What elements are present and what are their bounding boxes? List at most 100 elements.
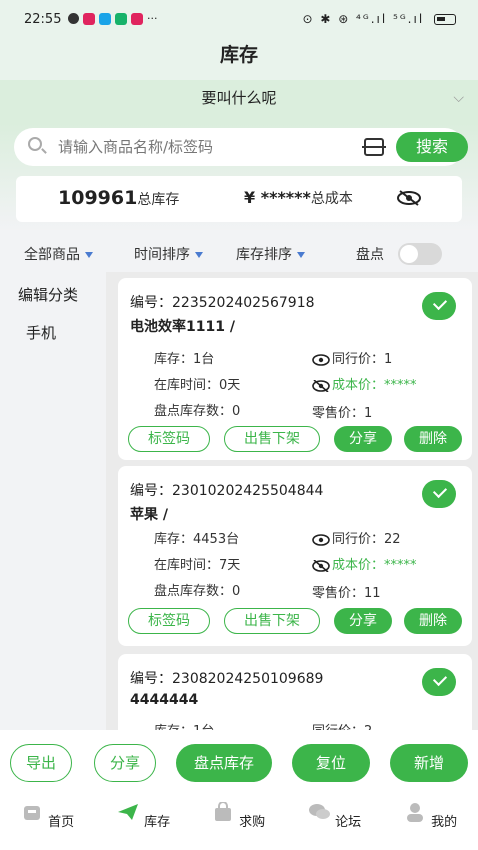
signal-icons: ⊙ ✱ ⊛ ⁴ᴳ.ıl ⁵ᴳ.ıl bbox=[302, 12, 425, 26]
filter-stock-label: 库存排序 bbox=[236, 247, 292, 263]
tab-purchase-label: 求购 bbox=[239, 815, 266, 830]
shop-name: 要叫什么呢 bbox=[201, 89, 277, 107]
filter-all-products[interactable]: 全部商品 bbox=[24, 244, 93, 264]
cost-price-text: 成本价：***** bbox=[332, 558, 417, 573]
tab-forum[interactable]: 论坛 bbox=[304, 802, 364, 830]
total-stock: 109961总库存 bbox=[58, 187, 179, 209]
product-cost-price: 成本价：***** bbox=[312, 374, 417, 393]
total-cost-label: 总成本 bbox=[310, 191, 353, 207]
tab-inventory-label: 库存 bbox=[144, 815, 171, 830]
search-button[interactable]: 搜索 bbox=[396, 132, 468, 162]
product-card[interactable]: 编号：23082024250109689 4444444 库存：1台 同行价：2 bbox=[118, 654, 472, 730]
share-button[interactable]: 分享 bbox=[334, 608, 392, 634]
dropdown-arrow-icon bbox=[195, 252, 203, 258]
selected-check-icon[interactable] bbox=[422, 668, 456, 696]
category-sidebar: 编辑分类 手机 bbox=[0, 272, 106, 730]
selected-check-icon[interactable] bbox=[422, 480, 456, 508]
delete-button[interactable]: 删除 bbox=[404, 426, 462, 452]
total-stock-label: 总库存 bbox=[137, 192, 180, 208]
tag-code-button[interactable]: 标签码 bbox=[128, 426, 210, 452]
total-stock-value: 109961 bbox=[58, 187, 138, 209]
eye-off-icon[interactable] bbox=[396, 190, 422, 206]
product-peer-price: 同行价：1 bbox=[312, 348, 392, 367]
peer-price-text: 同行价：22 bbox=[332, 532, 401, 547]
reset-button[interactable]: 复位 bbox=[292, 744, 370, 782]
peer-price-text: 同行价：1 bbox=[332, 352, 393, 367]
filter-stock-sort[interactable]: 库存排序 bbox=[236, 244, 305, 264]
eye-off-icon[interactable] bbox=[312, 379, 330, 392]
export-button[interactable]: 导出 bbox=[10, 744, 72, 782]
more-notifications-icon: ··· bbox=[147, 12, 158, 25]
delete-button[interactable]: 删除 bbox=[404, 608, 462, 634]
share-button[interactable]: 分享 bbox=[334, 426, 392, 452]
product-card[interactable]: 编号：2235202402567918 电池效率1111 / 库存：1台 同行价… bbox=[118, 278, 472, 460]
eye-icon bbox=[312, 353, 330, 366]
product-card[interactable]: 编号：23010202425504844 苹果 / 库存：4453台 同行价：2… bbox=[118, 466, 472, 646]
product-cost-price: 成本价：***** bbox=[312, 554, 417, 573]
search-input[interactable] bbox=[58, 133, 328, 161]
notification-icons: ··· bbox=[68, 12, 158, 25]
tab-profile-label: 我的 bbox=[431, 815, 458, 830]
product-name: 苹果 / bbox=[130, 507, 168, 523]
eye-off-icon[interactable] bbox=[312, 559, 330, 572]
total-cost-value: ¥ ****** bbox=[244, 188, 311, 207]
status-bar: 22:55 ··· ⊙ ✱ ⊛ ⁴ᴳ.ıl ⁵ᴳ.ıl bbox=[0, 0, 478, 40]
share-all-button[interactable]: 分享 bbox=[94, 744, 156, 782]
count-toggle[interactable] bbox=[398, 243, 442, 265]
chevron-down-icon: ⌵ bbox=[453, 90, 464, 106]
filter-all-label: 全部商品 bbox=[24, 247, 80, 263]
page-title: 库存 bbox=[0, 40, 478, 80]
search-bar: 搜索 bbox=[14, 128, 468, 166]
product-retail-price: 零售价：11 bbox=[312, 586, 381, 601]
product-days-in-stock: 在库时间：0天 bbox=[154, 378, 241, 393]
offshelf-button[interactable]: 出售下架 bbox=[224, 608, 320, 634]
product-code: 编号：23082024250109689 bbox=[130, 671, 324, 687]
eye-icon bbox=[312, 533, 330, 546]
app-notification-icon bbox=[131, 12, 143, 25]
filter-time-sort[interactable]: 时间排序 bbox=[134, 244, 203, 264]
filter-bar: 全部商品 时间排序 库存排序 盘点 bbox=[0, 238, 478, 270]
product-list: 编号：2235202402567918 电池效率1111 / 库存：1台 同行价… bbox=[106, 272, 478, 730]
tab-forum-label: 论坛 bbox=[335, 815, 362, 830]
product-name: 4444444 bbox=[130, 692, 199, 708]
tab-profile[interactable]: 我的 bbox=[400, 802, 460, 830]
action-bar: 导出 分享 盘点库存 复位 新增 bbox=[0, 730, 478, 796]
edit-category-button[interactable]: 编辑分类 bbox=[18, 284, 78, 305]
product-stock: 库存：1台 bbox=[154, 720, 214, 730]
offshelf-button[interactable]: 出售下架 bbox=[224, 426, 320, 452]
app-notification-icon bbox=[83, 12, 95, 25]
product-peer-price: 同行价：2 bbox=[312, 720, 372, 730]
tab-home-label: 首页 bbox=[48, 815, 75, 830]
product-stock: 库存：1台 bbox=[154, 352, 215, 367]
scan-icon[interactable] bbox=[362, 138, 386, 156]
product-stock: 库存：4453台 bbox=[154, 532, 240, 547]
app-notification-icon bbox=[115, 12, 127, 25]
add-button[interactable]: 新增 bbox=[390, 744, 468, 782]
bag-icon bbox=[214, 801, 231, 821]
product-days-in-stock: 在库时间：7天 bbox=[154, 558, 241, 573]
status-indicators: ⊙ ✱ ⊛ ⁴ᴳ.ıl ⁵ᴳ.ıl bbox=[302, 12, 456, 26]
product-name: 电池效率1111 / bbox=[130, 319, 235, 335]
notification-dot-icon bbox=[68, 13, 79, 24]
dropdown-arrow-icon bbox=[85, 252, 93, 258]
tab-bar: 首页 库存 求购 论坛 我的 bbox=[0, 796, 478, 850]
tab-inventory[interactable]: 库存 bbox=[113, 802, 173, 830]
home-icon bbox=[23, 806, 40, 820]
chat-icon bbox=[308, 804, 330, 819]
selected-check-icon[interactable] bbox=[422, 292, 456, 320]
product-code: 编号：2235202402567918 bbox=[130, 295, 315, 311]
product-count-stock: 盘点库存数：0 bbox=[154, 404, 241, 419]
tab-purchase[interactable]: 求购 bbox=[208, 801, 268, 830]
product-retail-price: 零售价：1 bbox=[312, 406, 373, 421]
tag-code-button[interactable]: 标签码 bbox=[128, 608, 210, 634]
count-stock-button[interactable]: 盘点库存 bbox=[176, 744, 272, 782]
product-count-stock: 盘点库存数：0 bbox=[154, 584, 241, 599]
filter-time-label: 时间排序 bbox=[134, 247, 190, 263]
total-cost: ¥ ******总成本 bbox=[244, 188, 353, 208]
shop-selector[interactable]: 要叫什么呢 ⌵ bbox=[0, 80, 478, 124]
product-code: 编号：23010202425504844 bbox=[130, 483, 324, 499]
sidebar-item-phones[interactable]: 手机 bbox=[26, 322, 56, 343]
user-icon bbox=[406, 803, 423, 822]
status-time: 22:55 bbox=[24, 12, 62, 27]
tab-home[interactable]: 首页 bbox=[17, 802, 77, 830]
